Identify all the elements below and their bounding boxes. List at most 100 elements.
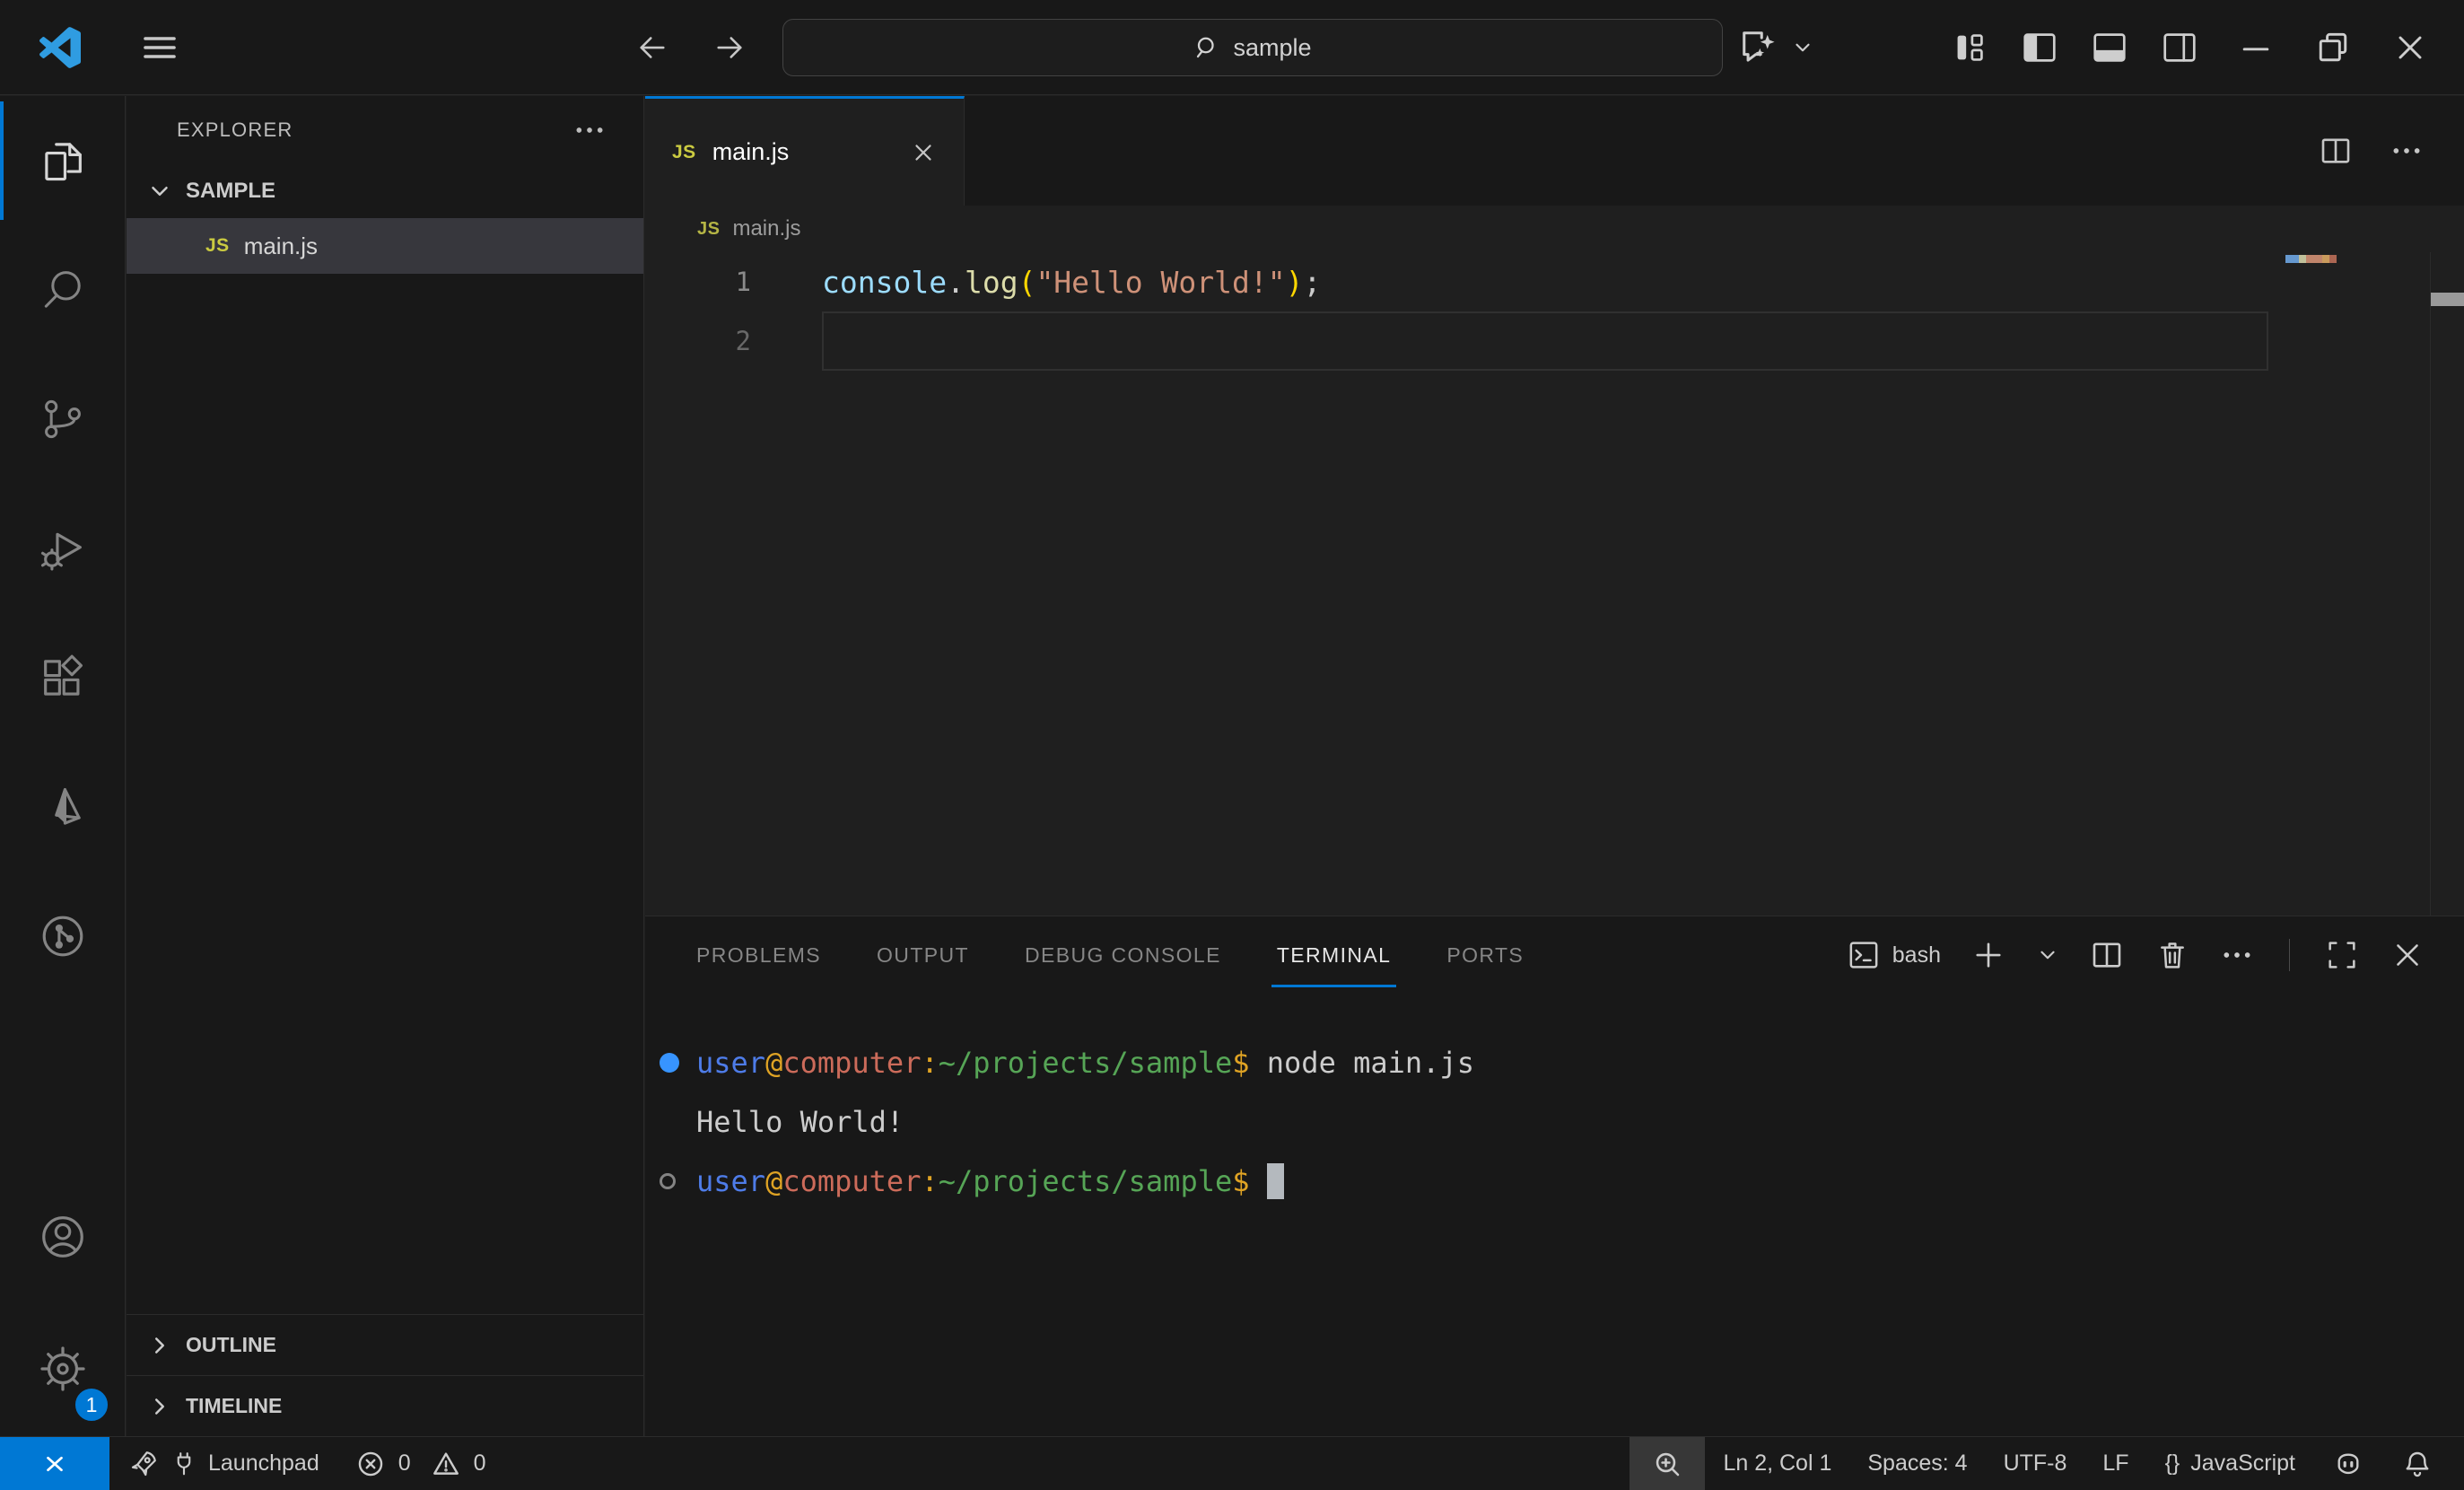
cursor-position[interactable]: Ln 2, Col 1 bbox=[1705, 1437, 1849, 1490]
encoding[interactable]: UTF-8 bbox=[1986, 1437, 2085, 1490]
window-controls bbox=[2236, 28, 2464, 67]
editor-actions bbox=[2317, 96, 2464, 206]
menu-icon[interactable] bbox=[138, 26, 181, 69]
language-mode[interactable]: {} JavaScript bbox=[2147, 1437, 2313, 1490]
workbench: 1 EXPLORER SAMPLE JS main.js bbox=[0, 96, 2464, 1436]
back-arrow-icon[interactable] bbox=[633, 29, 671, 66]
close-panel-icon[interactable] bbox=[2389, 936, 2426, 974]
problems-item[interactable]: 0 0 bbox=[337, 1437, 504, 1490]
chevron-down-icon[interactable] bbox=[2036, 943, 2059, 967]
close-tab-icon[interactable] bbox=[910, 139, 937, 166]
activity-pyramid-extension[interactable] bbox=[0, 742, 125, 872]
sidebar-empty-space bbox=[127, 274, 643, 1314]
breadcrumb-item: main.js bbox=[732, 216, 800, 241]
zoom-indicator[interactable] bbox=[1630, 1437, 1705, 1490]
toggle-primary-sidebar-icon[interactable] bbox=[2019, 27, 2060, 68]
current-line-highlight bbox=[822, 311, 2268, 371]
tab-terminal[interactable]: TERMINAL bbox=[1277, 916, 1392, 994]
zoom-in-icon bbox=[1651, 1448, 1683, 1480]
sidebar-title: EXPLORER bbox=[177, 118, 293, 142]
toggle-secondary-sidebar-icon[interactable] bbox=[2159, 27, 2200, 68]
tab-output[interactable]: OUTPUT bbox=[877, 916, 969, 994]
search-icon bbox=[1193, 34, 1220, 61]
activity-bar-spacer bbox=[0, 1001, 125, 1172]
restore-icon[interactable] bbox=[2313, 28, 2353, 67]
chevron-right-icon bbox=[146, 1332, 173, 1359]
code-line-1: 1 console.log("Hello World!"); bbox=[645, 252, 2464, 311]
split-terminal-icon[interactable] bbox=[2088, 936, 2126, 974]
terminal-actions: bash bbox=[1846, 916, 2464, 994]
js-file-icon: JS bbox=[205, 235, 230, 257]
code-editor[interactable]: 1 console.log("Hello World!"); 2 bbox=[645, 252, 2464, 916]
circle-branch-extension-icon bbox=[37, 910, 89, 962]
close-window-icon[interactable] bbox=[2390, 28, 2430, 67]
rocket-icon bbox=[127, 1448, 160, 1480]
more-actions-icon[interactable] bbox=[572, 112, 607, 148]
folder-name: SAMPLE bbox=[186, 179, 275, 204]
title-bar: sample bbox=[0, 0, 2464, 95]
activity-explorer[interactable] bbox=[0, 96, 125, 225]
forward-arrow-icon[interactable] bbox=[711, 29, 748, 66]
search-icon bbox=[38, 265, 88, 315]
js-file-icon: JS bbox=[672, 142, 696, 163]
activity-extensions[interactable] bbox=[0, 613, 125, 742]
terminal-icon bbox=[1846, 937, 1882, 973]
minimize-icon[interactable] bbox=[2236, 28, 2276, 67]
tab-mainjs[interactable]: JS main.js bbox=[645, 96, 965, 206]
copilot-menu[interactable] bbox=[1735, 24, 1814, 71]
activity-source-control[interactable] bbox=[0, 355, 125, 484]
warning-count: 0 bbox=[474, 1451, 486, 1477]
remote-icon bbox=[39, 1448, 71, 1480]
history-navigation bbox=[633, 0, 748, 95]
copilot-status[interactable] bbox=[2313, 1437, 2383, 1490]
pyramid-extension-icon bbox=[37, 781, 89, 833]
scrollbar-cursor-mark bbox=[2431, 293, 2464, 306]
more-actions-icon[interactable] bbox=[2389, 133, 2425, 169]
tab-problems[interactable]: PROBLEMS bbox=[696, 916, 821, 994]
source-control-icon bbox=[38, 394, 88, 444]
file-item-mainjs[interactable]: JS main.js bbox=[127, 218, 643, 274]
notifications[interactable] bbox=[2383, 1437, 2464, 1490]
chevron-down-icon bbox=[146, 178, 173, 205]
tab-ports[interactable]: PORTS bbox=[1446, 916, 1524, 994]
shell-selector[interactable]: bash bbox=[1846, 937, 1941, 973]
activity-search[interactable] bbox=[0, 225, 125, 355]
terminal[interactable]: user@computer:~/projects/sample$ node ma… bbox=[645, 994, 2464, 1211]
search-value: sample bbox=[1233, 34, 1311, 62]
outline-label: OUTLINE bbox=[186, 1333, 276, 1357]
maximize-panel-icon[interactable] bbox=[2324, 937, 2360, 973]
remote-indicator[interactable] bbox=[0, 1437, 109, 1490]
outline-section[interactable]: OUTLINE bbox=[127, 1314, 643, 1375]
new-terminal-icon[interactable] bbox=[1970, 936, 2007, 974]
activity-run-debug[interactable] bbox=[0, 484, 125, 613]
tab-label: main.js bbox=[712, 138, 790, 166]
indentation[interactable]: Spaces: 4 bbox=[1849, 1437, 1985, 1490]
eol-sequence[interactable]: LF bbox=[2084, 1437, 2146, 1490]
terminal-text: user@computer:~/projects/sample$ node ma… bbox=[696, 1046, 1474, 1080]
split-editor-icon[interactable] bbox=[2317, 132, 2355, 170]
command-center-search[interactable]: sample bbox=[782, 19, 1723, 76]
activity-account[interactable] bbox=[0, 1172, 125, 1302]
status-bar-right: Ln 2, Col 1 Spaces: 4 UTF-8 LF {} JavaSc… bbox=[1630, 1437, 2464, 1490]
toggle-panel-icon[interactable] bbox=[2089, 27, 2130, 68]
breadcrumb[interactable]: JS main.js bbox=[645, 206, 2464, 252]
launchpad-item[interactable]: Launchpad bbox=[109, 1437, 337, 1490]
status-bar: Launchpad 0 0 Ln 2, Col 1 Spaces: 4 UTF-… bbox=[0, 1436, 2464, 1490]
command-pending-circle-icon bbox=[660, 1173, 676, 1189]
more-actions-icon[interactable] bbox=[2219, 937, 2255, 973]
customize-layout-icon[interactable] bbox=[1949, 27, 1990, 68]
activity-settings[interactable]: 1 bbox=[0, 1302, 125, 1436]
js-file-icon: JS bbox=[697, 219, 720, 240]
activity-circle-branch-extension[interactable] bbox=[0, 872, 125, 1001]
timeline-section[interactable]: TIMELINE bbox=[127, 1375, 643, 1436]
terminal-line: user@computer:~/projects/sample$ bbox=[645, 1152, 2464, 1211]
line-number: 2 bbox=[645, 311, 751, 371]
tab-debug-console[interactable]: DEBUG CONSOLE bbox=[1025, 916, 1221, 994]
chevron-right-icon bbox=[146, 1393, 173, 1420]
editor-scrollbar[interactable] bbox=[2430, 252, 2464, 916]
kill-terminal-icon[interactable] bbox=[2154, 937, 2190, 973]
launchpad-label: Launchpad bbox=[208, 1451, 319, 1477]
editor-tab-bar: JS main.js bbox=[645, 96, 2464, 206]
folder-section-sample[interactable]: SAMPLE bbox=[127, 164, 643, 218]
vscode-window: sample bbox=[0, 0, 2464, 1490]
